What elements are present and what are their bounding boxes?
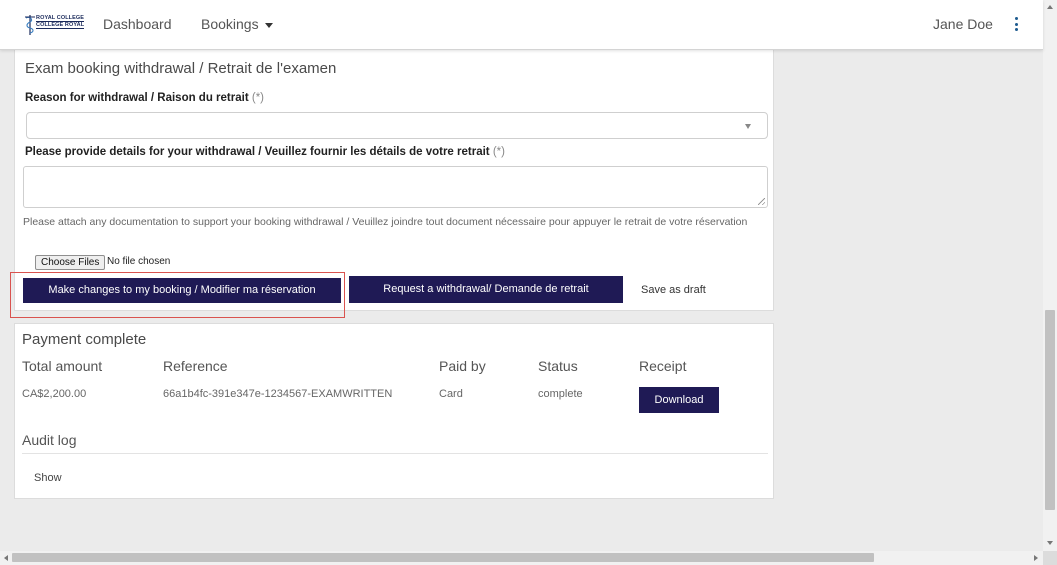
scroll-left-icon[interactable]	[4, 555, 8, 561]
resize-handle-icon[interactable]	[758, 198, 765, 205]
audit-show-toggle[interactable]: Show	[34, 472, 62, 484]
payment-title: Payment complete	[22, 331, 147, 348]
make-changes-button[interactable]: Make changes to my booking / Modifier ma…	[23, 278, 341, 303]
scroll-right-icon[interactable]	[1034, 555, 1038, 561]
payment-card: Payment complete Total amount Reference …	[14, 323, 774, 499]
top-navbar: ROYAL COLLEGE COLLÈGE ROYAL Dashboard Bo…	[0, 0, 1043, 50]
select-arrow-icon	[745, 124, 751, 129]
cell-total-amount: CA$2,200.00	[22, 388, 87, 400]
vertical-scrollbar[interactable]	[1043, 0, 1057, 551]
attach-help-text: Please attach any documentation to suppo…	[23, 216, 748, 228]
details-label-text: Please provide details for your withdraw…	[25, 146, 490, 158]
reason-label: Reason for withdrawal / Raison du retrai…	[25, 92, 264, 104]
logo-text-fr: COLLÈGE ROYAL	[36, 22, 85, 29]
nav-bookings-dropdown[interactable]: Bookings	[201, 16, 273, 32]
header-total-amount: Total amount	[22, 358, 103, 374]
vertical-scroll-thumb[interactable]	[1045, 310, 1055, 510]
reason-select[interactable]	[26, 112, 768, 139]
caret-down-icon	[264, 22, 273, 28]
save-draft-button[interactable]: Save as draft	[641, 284, 706, 296]
required-mark: (*)	[251, 92, 264, 104]
audit-log-title: Audit log	[22, 432, 77, 448]
scroll-up-icon[interactable]	[1047, 5, 1053, 9]
header-status: Status	[538, 358, 578, 374]
nav-dashboard-link[interactable]: Dashboard	[103, 16, 172, 32]
choose-files-button[interactable]: Choose Files	[35, 255, 106, 270]
reason-label-text: Reason for withdrawal / Raison du retrai…	[25, 92, 249, 104]
audit-divider	[22, 453, 768, 454]
royal-college-logo[interactable]: ROYAL COLLEGE COLLÈGE ROYAL	[24, 14, 85, 36]
scrollbar-corner	[1043, 551, 1057, 565]
cell-reference: 66a1b4fc-391e347e-1234567-EXAMWRITTEN	[163, 388, 393, 400]
details-textarea[interactable]	[23, 166, 768, 208]
header-paid-by: Paid by	[439, 358, 486, 374]
header-reference: Reference	[163, 358, 228, 374]
horizontal-scrollbar[interactable]	[0, 551, 1043, 565]
withdrawal-title: Exam booking withdrawal / Retrait de l'e…	[25, 60, 337, 77]
scroll-down-icon[interactable]	[1047, 541, 1053, 545]
download-receipt-button[interactable]: Download	[639, 387, 719, 413]
cell-status: complete	[538, 388, 583, 400]
more-options-icon[interactable]	[1011, 17, 1021, 33]
withdrawal-card: Exam booking withdrawal / Retrait de l'e…	[14, 40, 774, 311]
caduceus-icon	[25, 15, 35, 35]
logo-text-en: ROYAL COLLEGE	[36, 15, 85, 22]
header-receipt: Receipt	[639, 358, 687, 374]
nav-bookings-label: Bookings	[201, 16, 259, 32]
file-status-text: No file chosen	[107, 256, 171, 267]
details-label: Please provide details for your withdraw…	[25, 146, 505, 158]
user-name[interactable]: Jane Doe	[933, 16, 993, 32]
cell-paid-by: Card	[439, 388, 463, 400]
request-withdrawal-button[interactable]: Request a withdrawal/ Demande de retrait	[349, 276, 623, 303]
horizontal-scroll-thumb[interactable]	[12, 553, 874, 562]
required-mark: (*)	[492, 146, 505, 158]
